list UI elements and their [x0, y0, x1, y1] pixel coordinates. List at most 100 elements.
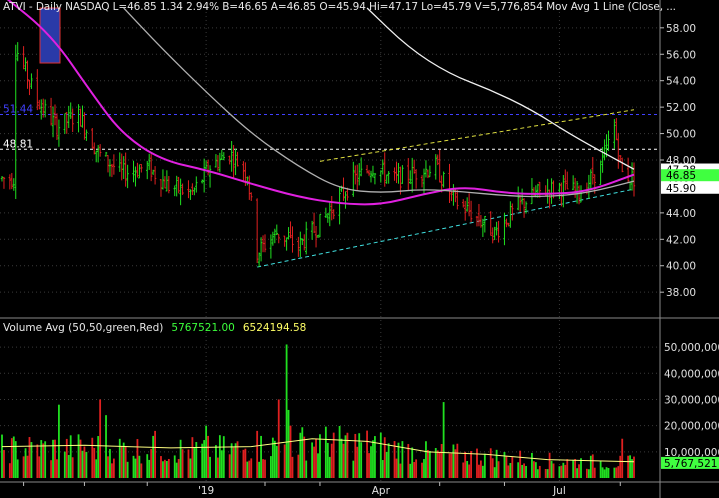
- volume-bar: [493, 467, 496, 478]
- volume-bar: [409, 463, 412, 478]
- volume-bar: [124, 446, 127, 478]
- volume-bar: [395, 458, 398, 478]
- volume-bar: [401, 441, 404, 478]
- volume-bar: [38, 456, 41, 478]
- volume-bar: [383, 437, 386, 478]
- volume-bar: [228, 454, 231, 478]
- volume-bar: [536, 469, 539, 478]
- volume-bar: [480, 460, 482, 478]
- volume-tick-label: 40,000,000: [664, 368, 719, 380]
- volume-bar: [519, 450, 522, 478]
- volume-bar: [63, 451, 66, 478]
- volume-bar: [497, 461, 500, 478]
- volume-bar: [152, 435, 155, 478]
- volume-bar: [285, 344, 288, 478]
- volume-bar: [370, 446, 372, 478]
- volume-bar: [1, 434, 3, 478]
- volume-bar: [181, 449, 184, 478]
- volume-bar: [215, 445, 217, 478]
- volume-bar: [407, 444, 410, 478]
- volume-bar: [246, 461, 249, 478]
- volume-bar: [344, 435, 347, 478]
- volume-bar: [483, 453, 486, 478]
- price-tick-label: 58.00: [666, 23, 696, 35]
- volume-bar: [67, 454, 70, 478]
- volume-prev-value: 6524194.58: [242, 322, 307, 334]
- volume-bar: [387, 443, 390, 478]
- volume-bar: [607, 468, 610, 478]
- volume-bar: [576, 468, 578, 478]
- volume-header: Volume Avg (50,50,green,Red) 5767521.00 65…: [3, 322, 306, 334]
- volume-bar: [617, 466, 620, 478]
- volume-bar: [81, 450, 84, 478]
- volume-bar: [299, 432, 302, 478]
- volume-bar: [148, 459, 151, 478]
- volume-bar: [105, 415, 107, 478]
- volume-bar: [173, 455, 176, 478]
- volume-bar: [562, 462, 565, 478]
- volume-bar: [179, 439, 182, 478]
- volume-bar: [262, 459, 264, 478]
- volume-bar: [328, 456, 331, 478]
- volume-bar: [613, 467, 616, 478]
- volume-bar: [438, 452, 441, 478]
- volume-bar: [305, 460, 308, 478]
- volume-bar: [242, 449, 245, 478]
- volume-bar: [112, 458, 115, 478]
- volume-bar: [26, 455, 29, 478]
- volume-bar: [289, 425, 292, 478]
- volume-bar: [538, 465, 541, 478]
- volume-bar: [134, 458, 137, 478]
- price-tick-label: 52.00: [666, 102, 696, 114]
- volume-bar: [16, 459, 19, 478]
- volume-bar: [258, 461, 261, 478]
- volume-bar: [95, 459, 98, 478]
- volume-bar: [107, 456, 109, 478]
- volume-bar: [187, 449, 190, 478]
- volume-bar: [379, 432, 382, 478]
- volume-bar: [358, 433, 361, 478]
- volume-bar: [150, 448, 153, 478]
- volume-bar: [56, 459, 58, 478]
- volume-bar: [291, 456, 294, 478]
- volume-bar: [36, 444, 39, 478]
- price-tick-label: 56.00: [666, 49, 696, 61]
- last-price-label: 46.85: [666, 170, 696, 182]
- volume-bar: [165, 460, 168, 478]
- volume-bar: [140, 463, 143, 478]
- volume-bar: [550, 460, 553, 478]
- volume-bar: [546, 469, 549, 478]
- price-tick-label: 40.00: [666, 261, 696, 273]
- volume-bar: [193, 447, 196, 478]
- volume-bar: [3, 450, 5, 478]
- volume-bar: [578, 464, 580, 478]
- volume-bar: [162, 461, 164, 478]
- volume-bar: [189, 458, 192, 478]
- volume-bar: [126, 461, 129, 478]
- last-volume-label: 5,767,521: [664, 458, 717, 470]
- volume-bar: [574, 458, 577, 478]
- volume-bar: [203, 440, 206, 478]
- volume-bar: [118, 438, 121, 478]
- volume-bar: [311, 442, 314, 478]
- volume-bar: [428, 450, 431, 478]
- time-tick-label: Apr: [372, 485, 391, 497]
- price-tick-label: 50.00: [666, 129, 696, 141]
- volume-bar: [209, 456, 211, 478]
- volume-bar: [627, 455, 630, 478]
- volume-bar: [466, 460, 469, 478]
- volume-bar: [303, 436, 306, 478]
- volume-bar: [315, 438, 317, 478]
- volume-bar: [71, 457, 74, 478]
- volume-bar: [8, 463, 11, 478]
- volume-bar: [220, 450, 223, 478]
- volume-bar: [207, 435, 209, 478]
- volume-bar: [264, 459, 266, 478]
- volume-bar: [346, 432, 349, 478]
- volume-bar: [138, 455, 141, 478]
- volume-bar: [368, 453, 370, 478]
- volume-bar: [177, 459, 180, 478]
- chart-background: [0, 0, 719, 498]
- volume-bar: [495, 449, 498, 478]
- volume-bar: [450, 453, 453, 478]
